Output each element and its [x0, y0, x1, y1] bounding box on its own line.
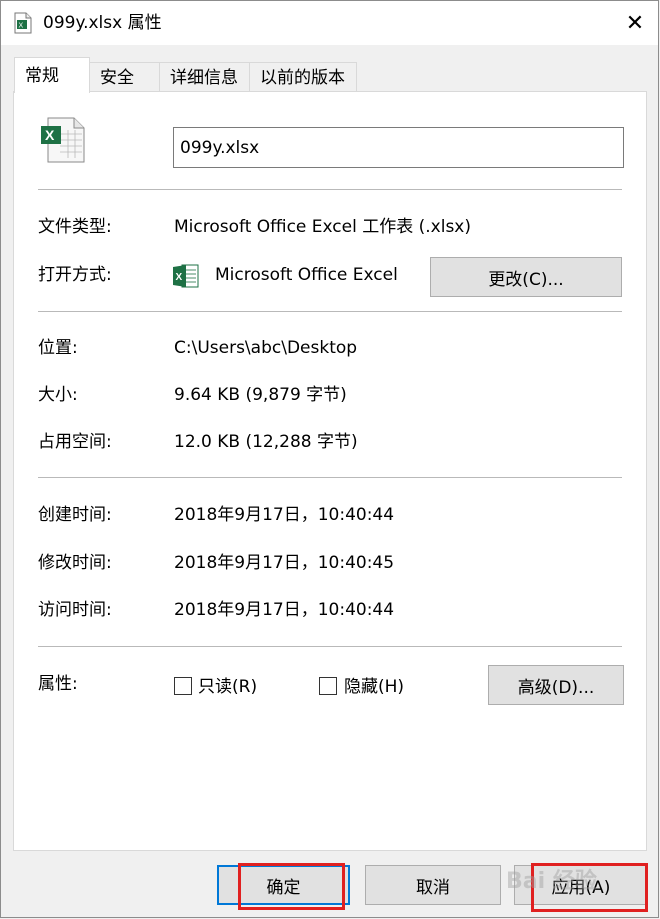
change-button[interactable]: 更改(C)...: [430, 257, 622, 297]
readonly-label[interactable]: 只读(R): [198, 675, 257, 699]
excel-file-icon: X: [41, 117, 85, 163]
tab-previous-versions[interactable]: 以前的版本: [249, 62, 357, 92]
attributes-label: 属性:: [38, 674, 78, 694]
apply-button[interactable]: 应用(A): [514, 865, 648, 905]
tab-general-label: 常规: [25, 66, 59, 86]
modified-label: 修改时间:: [38, 553, 112, 573]
tab-details[interactable]: 详细信息: [159, 62, 250, 92]
window-title: 099y.xlsx 属性: [43, 13, 162, 33]
created-value: 2018年9月17日，10:40:44: [174, 505, 395, 525]
close-button[interactable]: ✕: [612, 1, 658, 45]
accessed-label: 访问时间:: [38, 600, 112, 620]
tab-general[interactable]: 常规: [14, 57, 90, 93]
separator: [38, 311, 622, 312]
cancel-button[interactable]: 取消: [365, 865, 501, 905]
close-icon[interactable]: ✕: [626, 11, 644, 36]
title-bar: X 099y.xlsx 属性 ✕: [1, 1, 658, 45]
opens-with-label: 打开方式:: [38, 265, 112, 285]
file-type-label: 文件类型:: [38, 217, 112, 237]
tab-previous-versions-label: 以前的版本: [260, 68, 345, 88]
size-on-disk-value: 12.0 KB (12,288 字节): [174, 432, 358, 452]
svg-text:X: X: [19, 23, 24, 30]
advanced-button[interactable]: 高级(D)...: [488, 665, 624, 705]
separator: [38, 646, 622, 647]
general-panel: [13, 91, 647, 851]
ok-button[interactable]: 确定: [217, 865, 350, 905]
svg-text:X: X: [176, 272, 183, 283]
tab-security-label: 安全: [100, 68, 134, 88]
filename-field[interactable]: [173, 127, 624, 168]
accessed-value: 2018年9月17日，10:40:44: [174, 600, 395, 620]
opens-with-value: Microsoft Office Excel: [215, 265, 398, 285]
hidden-label[interactable]: 隐藏(H): [344, 675, 404, 699]
created-label: 创建时间:: [38, 505, 112, 525]
file-type-value: Microsoft Office Excel 工作表 (.xlsx): [174, 217, 472, 237]
readonly-checkbox[interactable]: [174, 677, 192, 695]
svg-text:X: X: [45, 127, 55, 143]
size-value: 9.64 KB (9,879 字节): [174, 385, 347, 405]
properties-dialog: X 099y.xlsx 属性 ✕ 常规 安全 详细信息 以前的版本 X 文件类型…: [0, 0, 659, 918]
size-on-disk-label: 占用空间:: [38, 432, 112, 452]
tab-security[interactable]: 安全: [89, 62, 160, 92]
excel-app-icon: X: [173, 264, 199, 288]
separator: [38, 477, 622, 478]
location-label: 位置:: [38, 338, 78, 358]
modified-value: 2018年9月17日，10:40:45: [174, 553, 395, 573]
location-value: C:\Users\abc\Desktop: [174, 338, 358, 358]
separator: [38, 189, 622, 190]
hidden-checkbox[interactable]: [319, 677, 337, 695]
tab-details-label: 详细信息: [170, 68, 238, 88]
spreadsheet-file-icon: X: [14, 12, 32, 34]
size-label: 大小:: [38, 385, 78, 405]
